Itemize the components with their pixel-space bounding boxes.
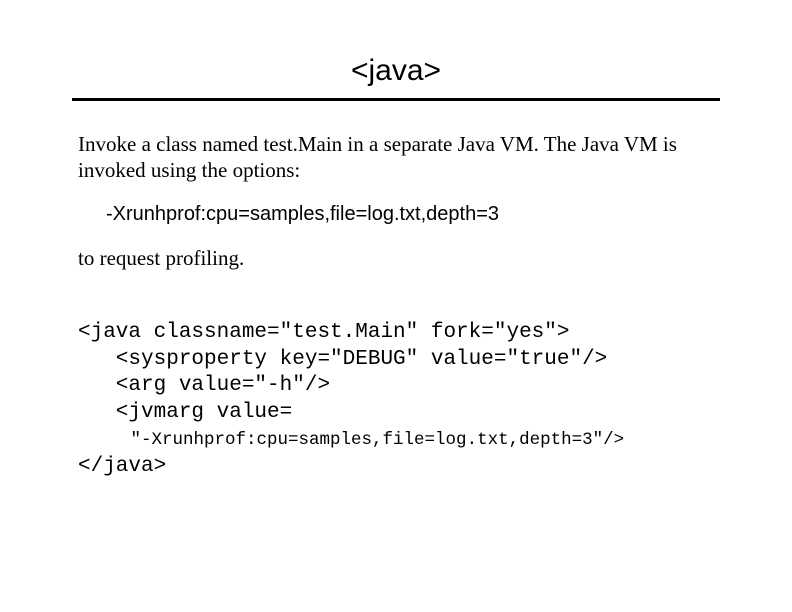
code-line: <java classname="test.Main" fork="yes"> (78, 321, 569, 344)
code-line: <arg value="-h"/> (78, 374, 330, 397)
code-line: </java> (78, 455, 166, 478)
code-line: "-Xrunhprof:cpu=samples,file=log.txt,dep… (78, 430, 624, 450)
page-title: <java> (0, 0, 792, 98)
code-line: <sysproperty key="DEBUG" value="true"/> (78, 348, 607, 371)
option-line: -Xrunhprof:cpu=samples,file=log.txt,dept… (78, 202, 714, 227)
code-block: <java classname="test.Main" fork="yes"> … (78, 293, 714, 481)
followup-paragraph: to request profiling. (78, 245, 714, 271)
code-line: <jvmarg value= (78, 401, 292, 424)
content-area: Invoke a class named test.Main in a sepa… (0, 101, 792, 481)
intro-paragraph: Invoke a class named test.Main in a sepa… (78, 131, 714, 184)
